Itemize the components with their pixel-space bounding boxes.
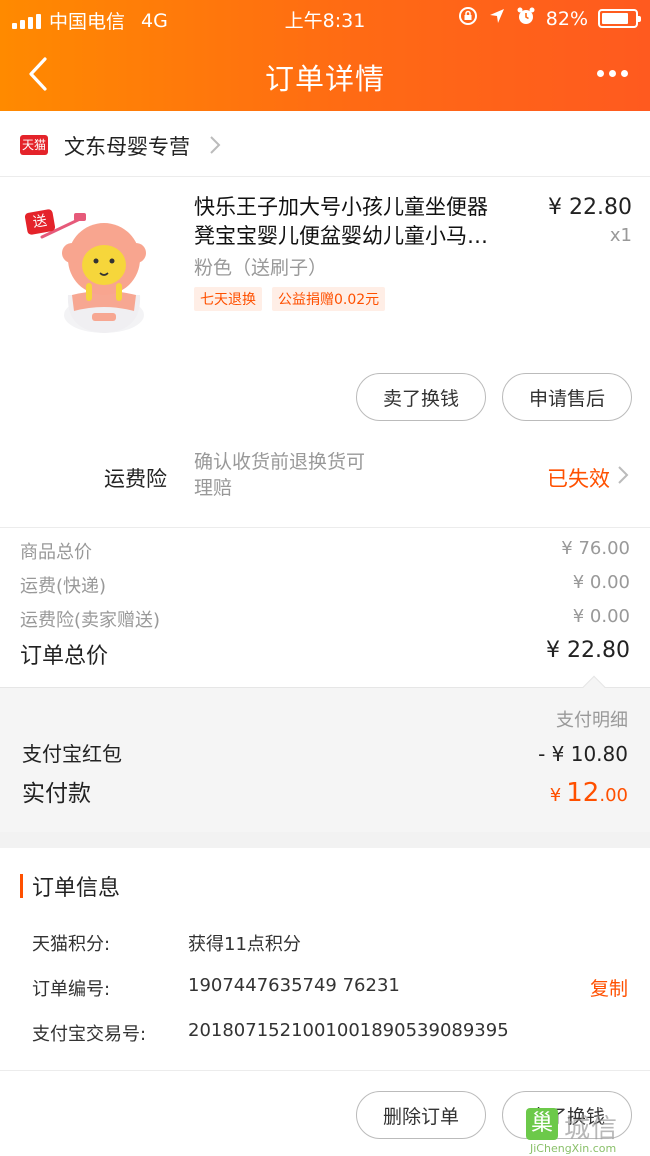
rotation-lock-icon <box>458 6 478 31</box>
shop-row[interactable]: 天猫 文东母婴专营 <box>0 111 650 177</box>
delete-order-button[interactable]: 删除订单 <box>356 1091 486 1139</box>
status-bar: 中国电信 4G 上午8:31 82% <box>0 0 650 38</box>
watermark-url: JiChengXin.com <box>530 1142 617 1155</box>
paid-label: 实付款 <box>22 781 91 807</box>
payment-detail-link[interactable]: 支付明细 <box>556 706 628 732</box>
product-title[interactable]: 快乐王子加大号小孩儿童坐便器 凳宝宝婴儿便盆婴幼儿童小马… <box>194 193 524 251</box>
product-variant: 粉色（送刷子） <box>194 257 328 279</box>
order-no-value: 1907447635749 76231 <box>188 975 400 996</box>
redpacket-label: 支付宝红包 <box>22 742 122 766</box>
battery-icon <box>598 9 641 28</box>
goods-total-label: 商品总价 <box>20 542 92 563</box>
insurance-description-line1: 确认收货前退换货可 <box>194 451 366 473</box>
more-dots-icon <box>596 69 604 77</box>
site-watermark: 巢 城信 JiChengXin.com <box>526 1108 644 1156</box>
page-title: 订单详情 <box>264 62 385 96</box>
watermark-logo: 巢 <box>526 1108 558 1140</box>
order-info: 订单信息 天猫积分: 获得11点积分 订单编号: 1907447635749 7… <box>0 848 650 1070</box>
redpacket-value: - ¥ 10.80 <box>538 742 628 766</box>
more-button[interactable] <box>592 58 632 88</box>
order-total-value: ¥ 22.80 <box>546 638 630 663</box>
payment-details: 支付明细 支付宝红包 - ¥ 10.80 实付款 ¥ 12.00 <box>0 675 650 832</box>
shipping-value: ¥ 0.00 <box>572 572 630 593</box>
order-info-title: 订单信息 <box>32 876 121 901</box>
trade-no-value: 2018071521001001890539089395 <box>188 1020 509 1041</box>
insurance-description: 确认收货前退换货可 理赔 <box>194 449 414 501</box>
order-total-label: 订单总价 <box>20 644 109 669</box>
watermark-text: 城信 <box>564 1114 619 1144</box>
insurance-fee-value: ¥ 0.00 <box>572 606 630 627</box>
paid-currency: ¥ <box>549 785 562 806</box>
trade-no-label: 支付宝交易号: <box>32 1024 147 1045</box>
insurance-status: 已失效 <box>547 467 610 491</box>
alarm-icon <box>516 6 536 31</box>
points-value: 获得11点积分 <box>188 934 301 955</box>
sell-button[interactable]: 卖了换钱 <box>356 373 486 421</box>
points-label: 天猫积分: <box>32 934 111 955</box>
shipping-insurance-row[interactable]: 运费险 确认收货前退换货可 理赔 已失效 <box>0 437 650 527</box>
product-title-line2: 凳宝宝婴儿便盆婴幼儿童小马… <box>194 224 488 248</box>
insurance-label: 运费险 <box>104 467 167 491</box>
product-item[interactable]: 送 快乐王子加大号小孩儿童坐便器 凳宝宝婴儿便盆婴幼儿童小马… 粉色（送刷子） … <box>0 177 650 437</box>
product-price: ¥ 22.80 <box>548 195 632 220</box>
chevron-right-icon <box>618 466 629 484</box>
paid-amount: ¥ 12.00 <box>550 778 628 808</box>
battery-percent: 82% <box>545 7 588 30</box>
insurance-description-line2: 理赔 <box>194 477 233 499</box>
tag-charity: 公益捐赠0.02元 <box>272 287 386 311</box>
shop-name: 文东母婴专营 <box>64 135 190 159</box>
section-accent-bar <box>20 874 23 898</box>
after-sale-button[interactable]: 申请售后 <box>502 373 632 421</box>
price-summary: 商品总价 ¥ 76.00 运费(快递) ¥ 0.00 运费险(卖家赠送) ¥ 0… <box>0 527 650 687</box>
insurance-fee-label: 运费险(卖家赠送) <box>20 610 161 631</box>
chevron-right-icon <box>210 136 221 154</box>
paid-integer: 12 <box>566 778 600 808</box>
product-title-line1: 快乐王子加大号小孩儿童坐便器 <box>194 195 488 219</box>
copy-order-no-button[interactable]: 复制 <box>590 974 628 1001</box>
tag-return: 七天退换 <box>194 287 262 311</box>
location-icon <box>488 7 506 30</box>
order-no-label: 订单编号: <box>32 979 111 1000</box>
paid-decimal: .00 <box>599 785 628 806</box>
goods-total-value: ¥ 76.00 <box>561 538 630 559</box>
tmall-badge: 天猫 <box>20 135 48 155</box>
top-bar: 中国电信 4G 上午8:31 82% 订单详情 <box>0 0 650 111</box>
product-quantity: x1 <box>609 225 632 246</box>
nav-bar: 订单详情 <box>0 38 650 111</box>
product-tags: 七天退换 公益捐赠0.02元 <box>194 287 386 311</box>
shipping-label: 运费(快递) <box>20 576 107 597</box>
